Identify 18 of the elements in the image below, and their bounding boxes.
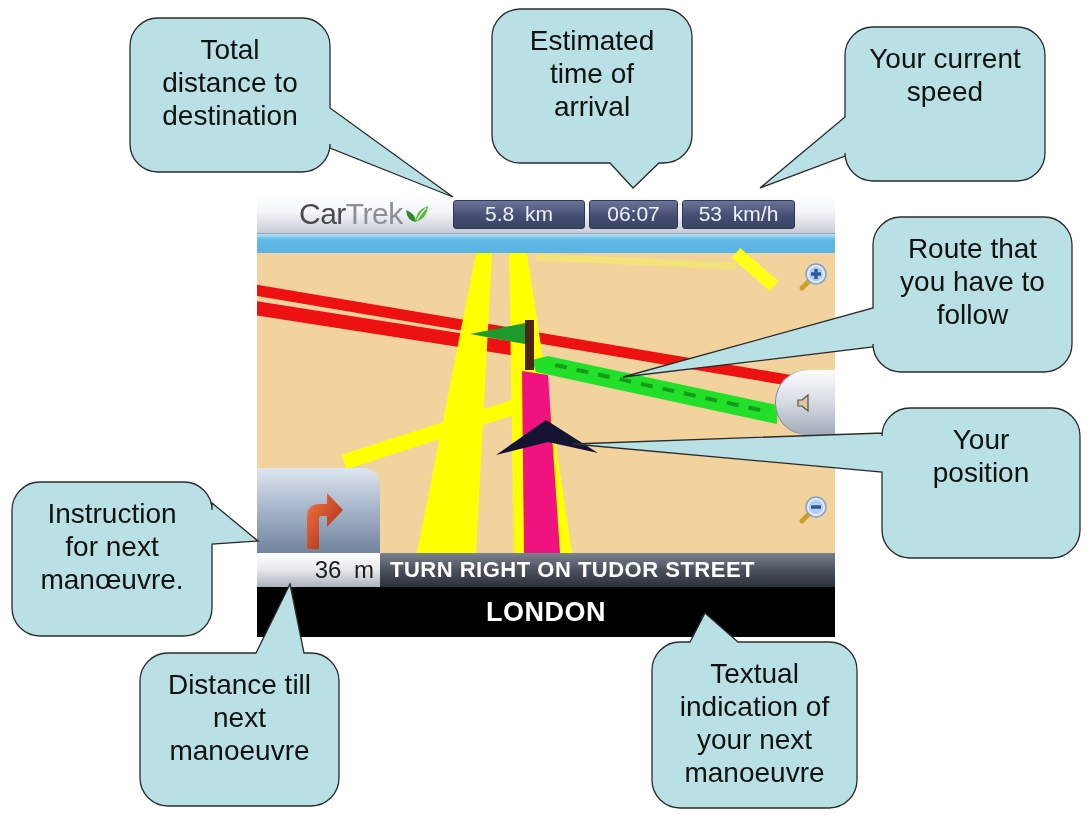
leaf-icon [404, 205, 429, 223]
callout-text: Instruction for next manœuvre. [40, 498, 184, 595]
callout-text: Distance till next manoeuvre [167, 669, 312, 766]
turn-instruction: TURN RIGHT ON TUDOR STREET [380, 553, 835, 587]
callout-text: Total distance to destination [162, 34, 298, 131]
arrival-time-readout: 06:07 [589, 199, 678, 229]
distance-readout: 5.8 km [453, 199, 585, 229]
zoom-in-icon[interactable] [798, 262, 828, 292]
brand-logo-text: CarTrek [299, 199, 403, 229]
zoom-out-icon[interactable] [798, 495, 828, 525]
turn-distance-readout: 36 m [257, 553, 380, 587]
callout-text: Your current speed [869, 43, 1021, 107]
city-name: LONDON [486, 596, 606, 628]
callout-text: Estimated time of arrival [529, 25, 655, 122]
callout-text: Your position [932, 424, 1030, 488]
callout-text: Route that you have to follow [900, 233, 1045, 330]
callout-text: Textual indication of your next manoeuvre [679, 658, 830, 788]
speed-readout: 53 km/h [682, 199, 795, 229]
